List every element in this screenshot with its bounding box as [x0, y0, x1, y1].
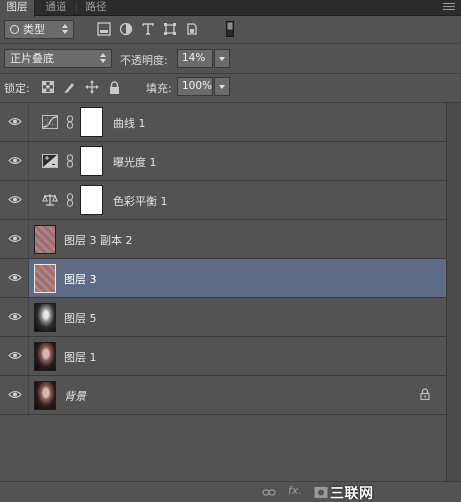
lock-all-icon[interactable]: [106, 79, 122, 95]
layer-row[interactable]: 色彩平衡 1: [0, 181, 446, 220]
eye-icon: [8, 313, 22, 320]
layer-thumbnail[interactable]: [34, 381, 56, 410]
layer-thumbnail[interactable]: [34, 342, 56, 371]
panel-menu-icon[interactable]: [443, 3, 455, 13]
layer-row[interactable]: 曲线 1: [0, 103, 446, 142]
color-balance-icon: [42, 194, 58, 206]
opacity-input[interactable]: 14%: [177, 49, 213, 68]
lock-label: 锁定:: [4, 82, 30, 95]
type-layer-filter-icon[interactable]: [140, 21, 156, 37]
layer-thumbnail[interactable]: [34, 225, 56, 254]
fill-label: 填充:: [146, 82, 172, 95]
filter-toggle-icon[interactable]: [222, 21, 238, 37]
layer-name[interactable]: 图层 1: [64, 349, 97, 365]
add-mask-icon[interactable]: [314, 486, 328, 499]
fx-icon[interactable]: fx.: [288, 484, 302, 497]
eye-icon: [8, 235, 22, 242]
visibility-toggle[interactable]: [0, 376, 29, 414]
tab-divider: [76, 3, 77, 13]
layer-row[interactable]: 背景: [0, 376, 446, 415]
opacity-slider-button[interactable]: [214, 49, 230, 68]
blend-mode-dropdown[interactable]: 正片叠底: [4, 49, 112, 68]
divider: [0, 73, 461, 74]
visibility-toggle[interactable]: [0, 103, 29, 141]
lock-icon: [420, 388, 430, 400]
link-icon: [66, 193, 74, 207]
divider: [0, 43, 461, 44]
visibility-toggle[interactable]: [0, 142, 29, 180]
layer-mask-thumbnail[interactable]: [80, 146, 103, 176]
eye-icon: [8, 196, 22, 203]
link-icon: [66, 115, 74, 129]
lock-image-pixels-icon[interactable]: [62, 79, 78, 95]
exposure-icon: [42, 154, 58, 168]
scrollbar[interactable]: [446, 103, 461, 481]
smart-object-filter-icon[interactable]: [184, 21, 200, 37]
watermark-text: 三联网 3LIAN.COM: [330, 486, 374, 502]
layer-mask-thumbnail[interactable]: [80, 107, 103, 137]
visibility-toggle[interactable]: [0, 220, 29, 258]
layer-name[interactable]: 图层 5: [64, 310, 97, 326]
opacity-label: 不透明度:: [120, 54, 168, 67]
link-icon: [66, 154, 74, 168]
layer-name[interactable]: 图层 3: [64, 271, 97, 287]
layer-name[interactable]: 背景: [64, 388, 86, 404]
visibility-toggle[interactable]: [0, 337, 29, 375]
eye-icon: [8, 157, 22, 164]
eye-icon: [8, 352, 22, 359]
tab-paths[interactable]: 路径: [78, 0, 114, 16]
layers-list: 曲线 1 曝光度 1 色彩平衡 1 图层 3 副本 2 图层 3 图层 5 图层…: [0, 103, 446, 481]
blend-mode-value: 正片叠底: [10, 52, 54, 65]
curves-icon: [42, 115, 58, 129]
eye-icon: [8, 274, 22, 281]
link-layers-icon[interactable]: [262, 486, 276, 499]
layer-row[interactable]: 图层 5: [0, 298, 446, 337]
layer-row-selected[interactable]: 图层 3: [0, 259, 446, 298]
filter-kind-label: 类型: [23, 23, 45, 36]
layer-name[interactable]: 色彩平衡 1: [113, 193, 168, 209]
layer-name[interactable]: 图层 3 副本 2: [64, 232, 133, 248]
eye-icon: [8, 391, 22, 398]
fill-slider-button[interactable]: [214, 77, 230, 96]
layer-thumbnail[interactable]: [34, 264, 56, 293]
layer-name[interactable]: 曲线 1: [113, 115, 146, 131]
fill-input[interactable]: 100%: [177, 77, 213, 96]
tab-layers[interactable]: 图层: [0, 0, 35, 17]
layer-name[interactable]: 曝光度 1: [113, 154, 157, 170]
search-icon: [10, 25, 19, 34]
shape-layer-filter-icon[interactable]: [162, 21, 178, 37]
layer-row[interactable]: 曝光度 1: [0, 142, 446, 181]
visibility-toggle[interactable]: [0, 181, 29, 219]
tab-channels[interactable]: 通道: [38, 0, 74, 16]
eye-icon: [8, 118, 22, 125]
layer-row[interactable]: 图层 3 副本 2: [0, 220, 446, 259]
lock-transparent-pixels-icon[interactable]: [40, 79, 56, 95]
pixel-layer-filter-icon[interactable]: [96, 21, 112, 37]
panel-tab-bar: 图层 通道 路径: [0, 0, 461, 17]
visibility-toggle[interactable]: [0, 259, 29, 297]
layer-mask-thumbnail[interactable]: [80, 185, 103, 215]
layer-thumbnail[interactable]: [34, 303, 56, 332]
adjustment-layer-filter-icon[interactable]: [118, 21, 134, 37]
visibility-toggle[interactable]: [0, 298, 29, 336]
layer-filter-dropdown[interactable]: 类型: [4, 20, 74, 39]
lock-position-icon[interactable]: [84, 79, 100, 95]
layer-row[interactable]: 图层 1: [0, 337, 446, 376]
